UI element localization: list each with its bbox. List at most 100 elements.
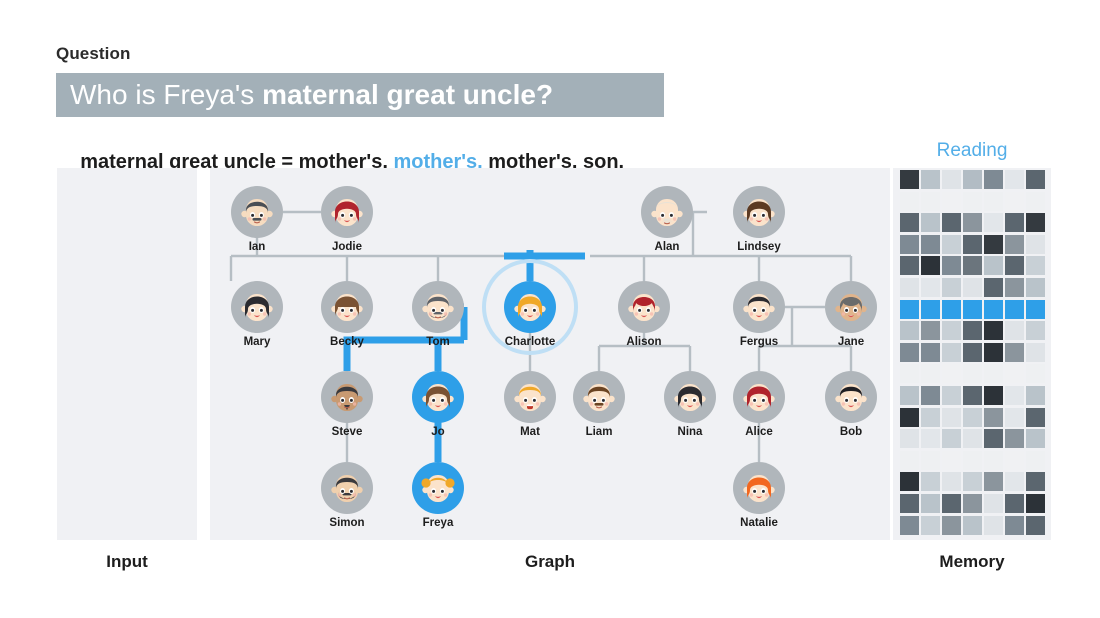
graph-node-nina[interactable]: Nina <box>664 371 716 438</box>
graph-node-bob[interactable]: Bob <box>825 371 877 438</box>
memory-cell <box>1026 170 1045 189</box>
memory-cell <box>1026 407 1045 427</box>
memory-cell <box>900 386 919 405</box>
graph-node-mary[interactable]: Mary <box>231 281 283 348</box>
node-label: Jodie <box>331 241 363 253</box>
node-avatar <box>647 192 687 232</box>
memory-cell <box>963 213 982 233</box>
memory-cell <box>942 407 961 427</box>
memory-cell-active <box>963 299 982 319</box>
memory-cell <box>900 170 919 189</box>
graph-node-jo[interactable]: Jo <box>412 371 464 438</box>
graph-node-jane[interactable]: Jane <box>825 281 877 348</box>
memory-cell <box>984 472 1003 492</box>
graph-node-fergus[interactable]: Fergus <box>733 281 785 348</box>
memory-cell <box>921 450 940 470</box>
graph-node-lindsey[interactable]: Lindsey <box>733 186 785 253</box>
node-avatar <box>831 287 871 327</box>
graph-node-alan[interactable]: Alan <box>641 186 693 253</box>
memory-cell <box>984 234 1003 254</box>
memory-cell <box>900 213 919 233</box>
question-bold: maternal great uncle? <box>262 79 554 110</box>
node-label: Freya <box>422 517 454 529</box>
avatar-face <box>514 384 546 411</box>
memory-panel-label: Memory <box>939 552 1005 571</box>
memory-cell <box>921 515 940 535</box>
node-label: Jo <box>431 426 445 438</box>
node-avatar <box>510 287 550 327</box>
graph-node-charlotte[interactable]: Charlotte <box>504 281 556 348</box>
memory-cell <box>921 234 940 254</box>
node-avatar <box>579 377 619 417</box>
memory-cell <box>984 213 1003 233</box>
memory-cell <box>1005 321 1024 341</box>
memory-cell <box>1026 321 1045 341</box>
memory-cell <box>921 278 940 297</box>
memory-cell <box>963 170 982 189</box>
memory-cell <box>1026 213 1045 233</box>
memory-cell <box>900 407 919 427</box>
memory-cell <box>942 386 961 405</box>
memory-cell <box>1005 364 1024 384</box>
slide-root: Question Who is Freya's maternal great u… <box>0 0 1100 618</box>
graph-node-becky[interactable]: Becky <box>321 281 373 348</box>
memory-cell <box>942 494 961 513</box>
avatar-face <box>743 475 775 502</box>
question-label: Question <box>56 44 131 63</box>
graph-edges <box>229 210 853 462</box>
memory-cell <box>984 342 1003 362</box>
graph-node-alison[interactable]: Alison <box>618 281 670 348</box>
memory-cell <box>984 494 1003 513</box>
node-label: Alison <box>626 336 662 348</box>
node-avatar <box>237 192 277 232</box>
graph-node-jodie[interactable]: Jodie <box>321 186 373 253</box>
memory-cell <box>1005 191 1024 211</box>
graph-node-liam[interactable]: Liam <box>573 371 625 438</box>
node-avatar <box>739 468 779 508</box>
memory-cell <box>921 407 940 427</box>
graph-node-alice[interactable]: Alice <box>733 371 785 438</box>
memory-cell <box>984 407 1003 427</box>
memory-cell <box>963 494 982 513</box>
memory-cell <box>900 321 919 341</box>
memory-cell <box>984 170 1003 189</box>
memory-cell <box>900 278 919 297</box>
graph-node-steve[interactable]: Steve <box>321 371 373 438</box>
memory-cell <box>963 407 982 427</box>
avatar-face <box>651 199 683 226</box>
avatar-face <box>421 475 455 502</box>
memory-cell-active <box>921 299 940 319</box>
graph-node-freya[interactable]: Freya <box>412 462 464 529</box>
memory-cell <box>963 321 982 341</box>
memory-cell <box>984 278 1003 297</box>
node-label: Charlotte <box>504 336 556 348</box>
graph-node-mat[interactable]: Mat <box>504 371 556 438</box>
memory-cell <box>963 515 982 535</box>
memory-cell <box>963 386 982 405</box>
memory-cell-active <box>984 299 1003 319</box>
graph-node-simon[interactable]: Simon <box>321 462 373 529</box>
node-label: Jane <box>837 336 865 348</box>
graph-node-tom[interactable]: Tom <box>412 281 464 348</box>
memory-cell <box>1026 256 1045 276</box>
memory-cell <box>984 450 1003 470</box>
memory-cell <box>942 515 961 535</box>
memory-cell <box>921 494 940 513</box>
reading-label: Reading <box>936 140 1008 161</box>
node-label: Ian <box>248 241 266 253</box>
node-avatar <box>670 377 710 417</box>
memory-cell <box>942 234 961 254</box>
memory-cell <box>1026 429 1045 449</box>
memory-cell <box>1026 342 1045 362</box>
memory-cell <box>963 364 982 384</box>
input-panel <box>57 168 197 540</box>
graph-node-ian[interactable]: Ian <box>231 186 283 253</box>
node-avatar <box>327 192 367 232</box>
input-panel-label: Input <box>106 552 148 571</box>
memory-cell <box>900 472 919 492</box>
memory-cell-active <box>942 299 961 319</box>
avatar-face <box>583 384 615 411</box>
memory-cell <box>921 321 940 341</box>
graph-node-natalie[interactable]: Natalie <box>733 462 785 529</box>
memory-cell <box>984 321 1003 341</box>
